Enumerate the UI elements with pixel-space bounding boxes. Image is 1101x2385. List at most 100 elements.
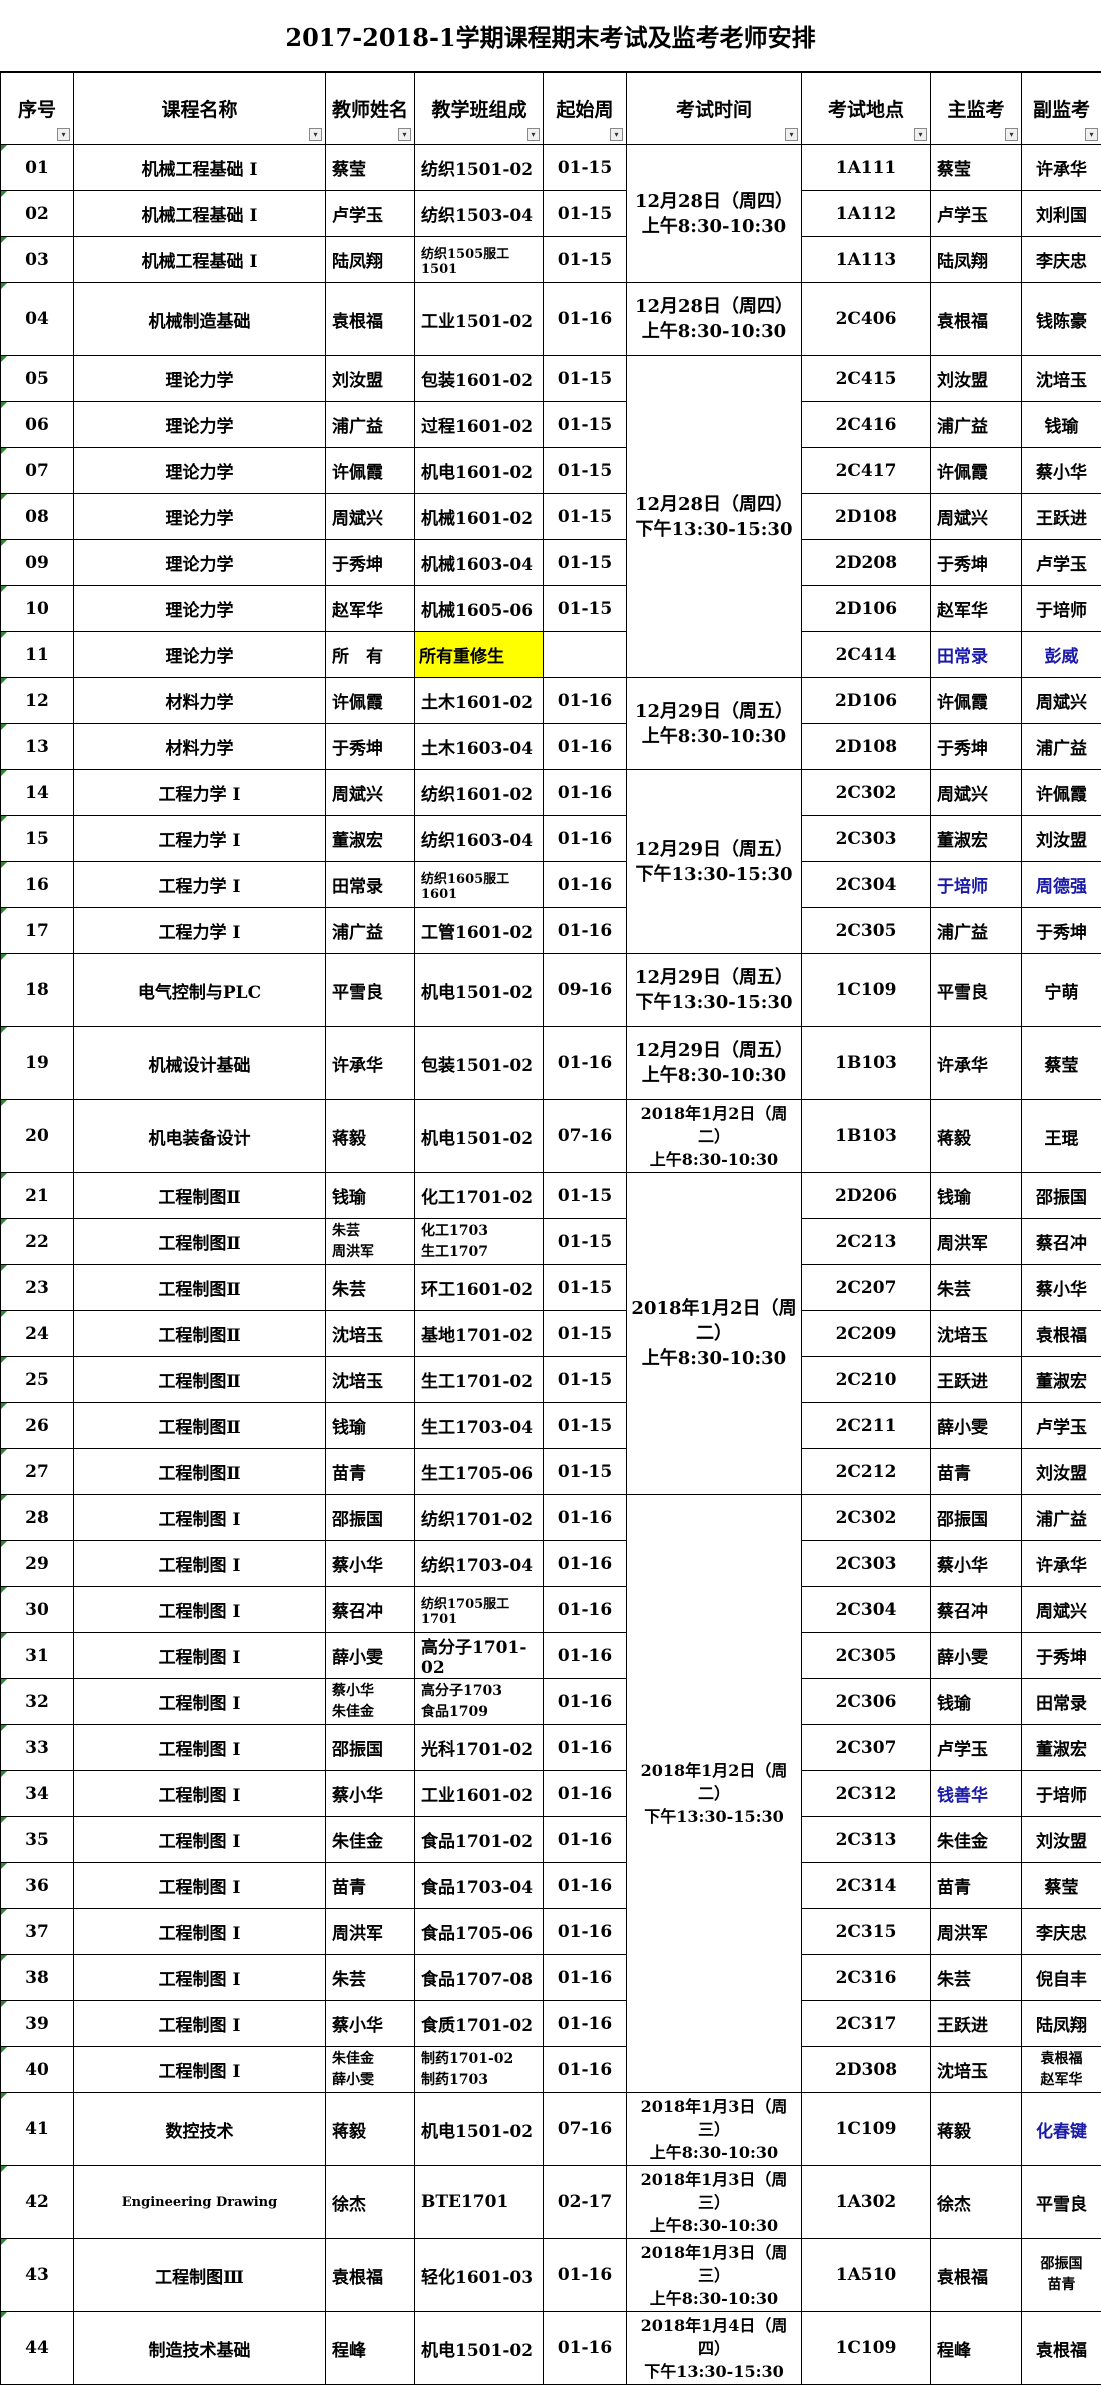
week-range[interactable]: 01-15 bbox=[544, 586, 627, 632]
exam-time[interactable]: 2018年1月3日（周三）上午8:30-10:30 bbox=[627, 2093, 802, 2166]
main-proctor[interactable]: 蒋毅 bbox=[931, 2093, 1022, 2166]
main-proctor[interactable]: 钱瑜 bbox=[931, 1679, 1022, 1725]
teacher-name[interactable]: 苗青 bbox=[326, 1449, 415, 1495]
week-range[interactable]: 01-16 bbox=[544, 724, 627, 770]
sub-proctor[interactable]: 倪自丰 bbox=[1022, 1955, 1101, 2001]
sub-proctor[interactable]: 周德强 bbox=[1022, 862, 1101, 908]
teacher-name[interactable]: 刘汝盟 bbox=[326, 356, 415, 402]
week-range[interactable]: 01-16 bbox=[544, 1027, 627, 1100]
row-number[interactable]: 28 bbox=[1, 1495, 74, 1541]
class-group[interactable]: 食品1701-02 bbox=[415, 1817, 544, 1863]
sub-proctor[interactable]: 李庆忠 bbox=[1022, 1909, 1101, 1955]
exam-room[interactable]: 2C305 bbox=[802, 908, 931, 954]
teacher-name[interactable]: 朱佳金 bbox=[326, 1817, 415, 1863]
main-proctor[interactable]: 董淑宏 bbox=[931, 816, 1022, 862]
row-number[interactable]: 01 bbox=[1, 145, 74, 191]
sub-proctor[interactable]: 于培师 bbox=[1022, 586, 1101, 632]
class-group[interactable]: 纺织1701-02 bbox=[415, 1495, 544, 1541]
course-name[interactable]: 电气控制与PLC bbox=[74, 954, 326, 1027]
course-name[interactable]: 材料力学 bbox=[74, 724, 326, 770]
main-proctor[interactable]: 邵振国 bbox=[931, 1495, 1022, 1541]
week-range[interactable]: 01-15 bbox=[544, 494, 627, 540]
sub-proctor[interactable]: 许佩霞 bbox=[1022, 770, 1101, 816]
row-number[interactable]: 03 bbox=[1, 237, 74, 283]
class-group[interactable]: 纺织1703-04 bbox=[415, 1541, 544, 1587]
main-proctor[interactable]: 平雪良 bbox=[931, 954, 1022, 1027]
exam-time[interactable]: 12月29日（周五）下午13:30-15:30 bbox=[627, 770, 802, 954]
class-group[interactable]: 环工1601-02 bbox=[415, 1265, 544, 1311]
exam-room[interactable]: 1A113 bbox=[802, 237, 931, 283]
class-group[interactable]: 食品1703-04 bbox=[415, 1863, 544, 1909]
class-group[interactable]: 所有重修生 bbox=[415, 632, 544, 678]
exam-room[interactable]: 2C305 bbox=[802, 1633, 931, 1679]
sub-proctor[interactable]: 蔡莹 bbox=[1022, 1027, 1101, 1100]
main-proctor[interactable]: 薛小雯 bbox=[931, 1633, 1022, 1679]
teacher-name[interactable]: 钱瑜 bbox=[326, 1173, 415, 1219]
main-proctor[interactable]: 许佩霞 bbox=[931, 448, 1022, 494]
week-range[interactable]: 01-16 bbox=[544, 1771, 627, 1817]
row-number[interactable]: 13 bbox=[1, 724, 74, 770]
exam-room[interactable]: 2C313 bbox=[802, 1817, 931, 1863]
filter-dropdown-icon[interactable]: ▾ bbox=[914, 128, 927, 141]
sub-proctor[interactable]: 蔡小华 bbox=[1022, 1265, 1101, 1311]
filter-dropdown-icon[interactable]: ▾ bbox=[57, 128, 70, 141]
week-range[interactable]: 01-16 bbox=[544, 1909, 627, 1955]
course-name[interactable]: 机械工程基础 I bbox=[74, 237, 326, 283]
week-range[interactable]: 01-15 bbox=[544, 191, 627, 237]
exam-room[interactable]: 2C312 bbox=[802, 1771, 931, 1817]
exam-room[interactable]: 1A510 bbox=[802, 2239, 931, 2312]
course-name[interactable]: 工程制图Ⅲ bbox=[74, 2239, 326, 2312]
teacher-name[interactable]: 程峰 bbox=[326, 2312, 415, 2385]
row-number[interactable]: 11 bbox=[1, 632, 74, 678]
week-range[interactable]: 07-16 bbox=[544, 2093, 627, 2166]
sub-proctor[interactable]: 许承华 bbox=[1022, 1541, 1101, 1587]
week-range[interactable]: 01-15 bbox=[544, 402, 627, 448]
exam-room[interactable]: 2D106 bbox=[802, 586, 931, 632]
course-name[interactable]: 工程制图Ⅱ bbox=[74, 1265, 326, 1311]
sub-proctor[interactable]: 董淑宏 bbox=[1022, 1725, 1101, 1771]
course-name[interactable]: 材料力学 bbox=[74, 678, 326, 724]
exam-room[interactable]: 2D108 bbox=[802, 724, 931, 770]
sub-proctor[interactable]: 李庆忠 bbox=[1022, 237, 1101, 283]
class-group[interactable]: 纺织1605服工1601 bbox=[415, 862, 544, 908]
class-group[interactable]: 包装1501-02 bbox=[415, 1027, 544, 1100]
main-proctor[interactable]: 薛小雯 bbox=[931, 1403, 1022, 1449]
main-proctor[interactable]: 周斌兴 bbox=[931, 494, 1022, 540]
main-proctor[interactable]: 周洪军 bbox=[931, 1219, 1022, 1265]
week-range[interactable]: 01-15 bbox=[544, 448, 627, 494]
filter-dropdown-icon[interactable]: ▾ bbox=[785, 128, 798, 141]
exam-time[interactable]: 12月28日（周四）下午13:30-15:30 bbox=[627, 356, 802, 678]
teacher-name[interactable]: 平雪良 bbox=[326, 954, 415, 1027]
main-proctor[interactable]: 周洪军 bbox=[931, 1909, 1022, 1955]
exam-room[interactable]: 2C416 bbox=[802, 402, 931, 448]
header-no[interactable]: 序号▾ bbox=[1, 73, 74, 145]
row-number[interactable]: 25 bbox=[1, 1357, 74, 1403]
row-number[interactable]: 09 bbox=[1, 540, 74, 586]
course-name[interactable]: 工程制图Ⅱ bbox=[74, 1311, 326, 1357]
sub-proctor[interactable]: 袁根福 bbox=[1022, 1311, 1101, 1357]
sub-proctor[interactable]: 刘利国 bbox=[1022, 191, 1101, 237]
exam-time[interactable]: 2018年1月3日（周三）上午8:30-10:30 bbox=[627, 2166, 802, 2239]
teacher-name[interactable]: 浦广益 bbox=[326, 402, 415, 448]
main-proctor[interactable]: 于秀坤 bbox=[931, 724, 1022, 770]
week-range[interactable]: 02-17 bbox=[544, 2166, 627, 2239]
week-range[interactable]: 01-16 bbox=[544, 2312, 627, 2385]
filter-dropdown-icon[interactable]: ▾ bbox=[309, 128, 322, 141]
course-name[interactable]: 工程制图 I bbox=[74, 1587, 326, 1633]
sub-proctor[interactable]: 沈培玉 bbox=[1022, 356, 1101, 402]
sub-proctor[interactable]: 平雪良 bbox=[1022, 2166, 1101, 2239]
header-main-proctor[interactable]: 主监考▾ bbox=[931, 73, 1022, 145]
teacher-name[interactable]: 沈培玉 bbox=[326, 1311, 415, 1357]
row-number[interactable]: 24 bbox=[1, 1311, 74, 1357]
teacher-name[interactable]: 蔡小华朱佳金 bbox=[326, 1679, 415, 1725]
week-range[interactable]: 01-15 bbox=[544, 1403, 627, 1449]
week-range[interactable]: 01-16 bbox=[544, 816, 627, 862]
exam-time[interactable]: 12月28日（周四）上午8:30-10:30 bbox=[627, 283, 802, 356]
sub-proctor[interactable]: 卢学玉 bbox=[1022, 540, 1101, 586]
row-number[interactable]: 37 bbox=[1, 1909, 74, 1955]
class-group[interactable]: 食品1707-08 bbox=[415, 1955, 544, 2001]
week-range[interactable]: 01-15 bbox=[544, 1311, 627, 1357]
class-group[interactable]: 生工1701-02 bbox=[415, 1357, 544, 1403]
course-name[interactable]: 机械工程基础 I bbox=[74, 145, 326, 191]
class-group[interactable]: 机械1603-04 bbox=[415, 540, 544, 586]
